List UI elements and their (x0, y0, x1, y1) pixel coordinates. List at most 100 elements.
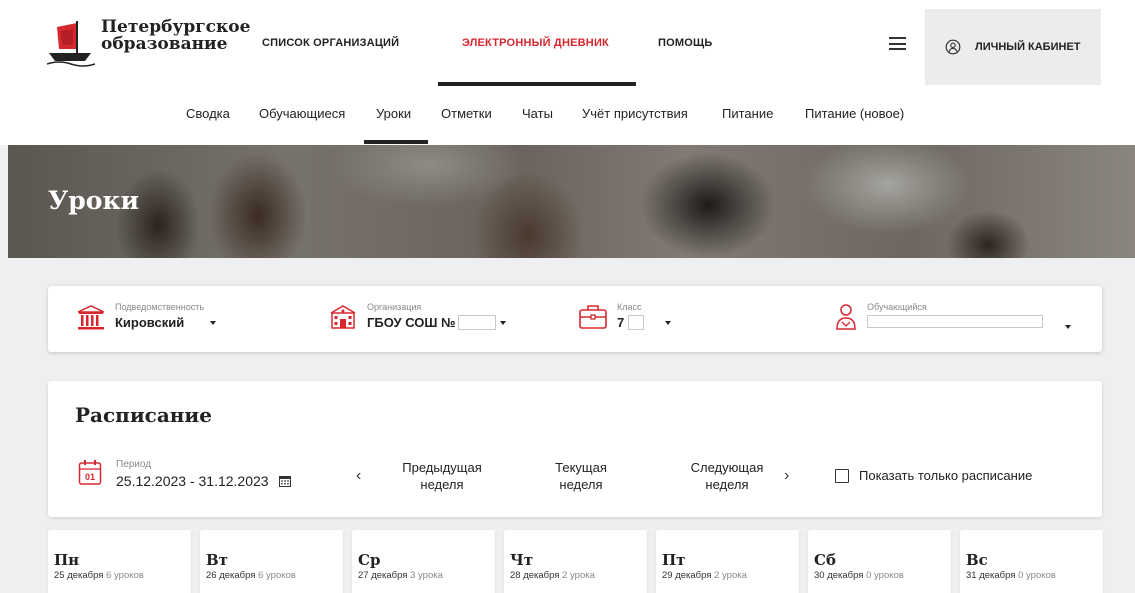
page-title: Уроки (48, 186, 140, 215)
tab-chats[interactable]: Чаты (522, 106, 553, 121)
top-header: Петербургское образование список организ… (0, 0, 1135, 100)
day-date: 25 декабря (54, 570, 104, 581)
day-name: Ср (358, 551, 381, 569)
tab-summary[interactable]: Сводка (186, 106, 230, 121)
day-card[interactable]: Пн 25 декабря 6 уроков (48, 530, 191, 593)
calendar-icon[interactable] (278, 475, 291, 487)
tab-attendance[interactable]: Учёт присутствия (582, 106, 688, 121)
topnav-e-diary[interactable]: электронный дневник (462, 37, 609, 49)
personal-cabinet-label: личный кабинет (975, 41, 1081, 53)
day-lesson-count: 3 урока (410, 570, 443, 581)
organization-chevron-down-icon[interactable] (500, 321, 506, 325)
day-summary: 29 декабря 2 урока (662, 570, 799, 581)
period-caption: Период (116, 459, 152, 470)
day-date: 27 декабря (358, 570, 408, 581)
personal-cabinet-button[interactable]: личный кабинет (925, 9, 1101, 85)
current-week-line-1: Текущая (555, 460, 607, 475)
day-summary: 25 декабря 6 уроков (54, 570, 191, 581)
class-value-wrap: 7 (617, 315, 645, 330)
topnav-active-indicator (438, 82, 636, 86)
period-value: 25.12.2023 - 31.12.2023 (116, 473, 269, 489)
person-icon (836, 304, 856, 330)
day-summary: 31 декабря 0 уроков (966, 570, 1103, 581)
day-name: Чт (510, 551, 533, 569)
day-summary: 28 декабря 2 урока (510, 570, 647, 581)
chevron-left-icon[interactable]: ‹ (356, 467, 361, 485)
day-card[interactable]: Пт 29 декабря 2 урока (656, 530, 799, 593)
student-value-wrap (867, 315, 1043, 328)
topnav-help[interactable]: помощь (658, 37, 713, 49)
current-week-line-2: неделя (559, 477, 603, 492)
current-week-button[interactable]: Текущая неделя (526, 459, 636, 493)
brand-line-2: образование (101, 34, 228, 54)
class-value: 7 (617, 315, 625, 330)
only-schedule-toggle[interactable]: Показать только расписание (835, 468, 1032, 483)
organization-value-wrap: ГБОУ СОШ № (367, 315, 496, 330)
hero-banner: Уроки (8, 145, 1135, 258)
day-lesson-count: 2 урока (562, 570, 595, 581)
day-lesson-count: 0 уроков (1018, 570, 1056, 581)
day-date: 26 декабря (206, 570, 256, 581)
day-lesson-count: 2 урока (714, 570, 747, 581)
organization-caption: Организация (367, 302, 422, 312)
class-caption: Класс (617, 302, 642, 312)
day-summary: 30 декабря 0 уроков (814, 570, 951, 581)
period-value-wrap: 25.12.2023 - 31.12.2023 (116, 473, 291, 489)
previous-week-line-2: неделя (420, 477, 464, 492)
day-card[interactable]: Вт 26 декабря 6 уроков (200, 530, 343, 593)
subordination-chevron-down-icon[interactable] (210, 321, 216, 325)
institution-icon (77, 305, 105, 330)
day-lesson-count: 0 уроков (866, 570, 904, 581)
tab-students[interactable]: Обучающиеся (259, 106, 345, 121)
chevron-right-icon[interactable]: › (784, 467, 789, 485)
only-schedule-label: Показать только расписание (859, 468, 1033, 483)
student-select[interactable]: Обучающийся (834, 302, 1043, 332)
day-lesson-count: 6 уроков (106, 570, 144, 581)
day-card[interactable]: Вс 31 декабря 0 уроков (960, 530, 1103, 593)
day-name: Вс (966, 551, 988, 569)
filter-panel: Подведомственность Кировский Организация… (48, 286, 1102, 352)
next-week-line-2: неделя (705, 477, 749, 492)
day-date: 30 декабря (814, 570, 864, 581)
day-card[interactable]: Ср 27 декабря 3 урока (352, 530, 495, 593)
tab-meals-new[interactable]: Питание (новое) (805, 106, 904, 121)
redacted-box (457, 315, 496, 330)
tab-active-indicator (364, 140, 428, 144)
tab-meals[interactable]: Питание (722, 106, 773, 121)
subordination-select[interactable]: Подведомственность Кировский (76, 302, 204, 332)
class-chevron-down-icon[interactable] (665, 321, 671, 325)
day-card[interactable]: Чт 28 декабря 2 урока (504, 530, 647, 593)
only-schedule-checkbox[interactable] (835, 468, 849, 483)
calendar-day-icon: 01 (78, 460, 102, 485)
tab-lessons[interactable]: Уроки (376, 106, 411, 121)
day-name: Пт (662, 551, 686, 569)
day-name: Вт (206, 551, 228, 569)
period-picker[interactable]: 01 Период 25.12.2023 - 31.12.2023 (78, 459, 291, 489)
class-select[interactable]: Класс 7 (578, 302, 645, 332)
user-circle-icon (945, 39, 961, 55)
previous-week-button[interactable]: Предыдущая неделя (382, 459, 502, 493)
school-building-icon (330, 305, 356, 329)
day-summary: 27 декабря 3 урока (358, 570, 495, 581)
next-week-line-1: Следующая (690, 460, 764, 475)
day-card[interactable]: Сб 30 декабря 0 уроков (808, 530, 951, 593)
logo[interactable]: Петербургское образование (47, 19, 250, 67)
subordination-caption: Подведомственность (115, 302, 205, 312)
tab-marks[interactable]: Отметки (441, 106, 492, 121)
menu-burger-icon[interactable] (889, 37, 906, 50)
section-tabs: Сводка Обучающиеся Уроки Отметки Чаты Уч… (0, 100, 1135, 145)
student-chevron-down-icon[interactable] (1065, 325, 1071, 329)
student-caption: Обучающийся (867, 302, 927, 312)
redacted-box (867, 315, 1043, 328)
day-date: 31 декабря (966, 570, 1016, 581)
organization-value: ГБОУ СОШ № (367, 315, 456, 330)
calendar-day-number: 01 (85, 472, 95, 482)
briefcase-icon (579, 305, 607, 329)
schedule-panel: Расписание 01 Период 25.12.2023 - 31.12.… (48, 381, 1102, 517)
topnav-organizations[interactable]: список организаций (262, 37, 399, 49)
redacted-box (628, 315, 645, 330)
day-summary: 26 декабря 6 уроков (206, 570, 343, 581)
organization-select[interactable]: Организация ГБОУ СОШ № (328, 302, 496, 332)
day-name: Сб (814, 551, 836, 569)
next-week-button[interactable]: Следующая неделя (672, 459, 782, 493)
